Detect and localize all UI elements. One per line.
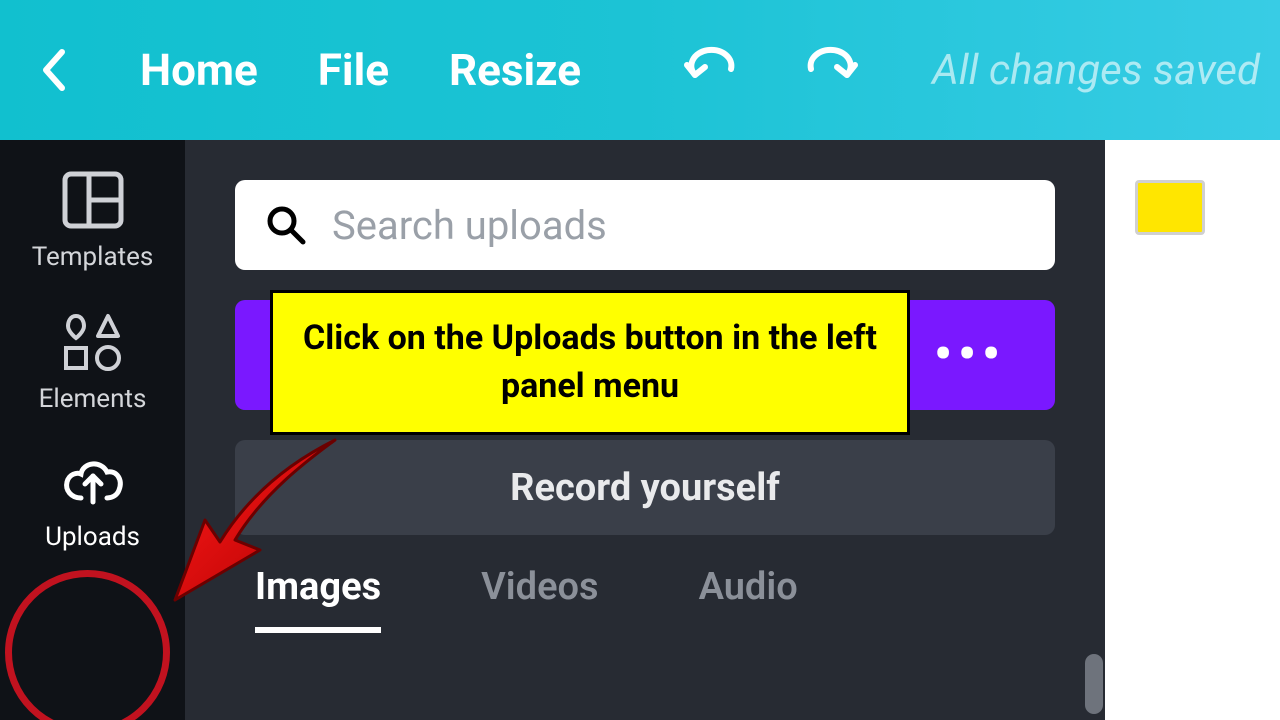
- chevron-left-icon: [40, 48, 66, 92]
- elements-icon: [60, 312, 126, 372]
- tab-audio[interactable]: Audio: [699, 565, 798, 633]
- uploads-tabs: Images Videos Audio: [235, 565, 1055, 633]
- undo-icon: [681, 45, 741, 85]
- search-input[interactable]: [332, 202, 1025, 249]
- menu-resize[interactable]: Resize: [449, 44, 581, 96]
- templates-icon: [61, 170, 125, 230]
- undo-button[interactable]: [681, 44, 741, 96]
- record-label: Record yourself: [510, 466, 780, 510]
- cloud-upload-icon: [61, 454, 125, 510]
- sidebar-item-templates[interactable]: Templates: [0, 170, 185, 272]
- sidebar-item-elements[interactable]: Elements: [0, 312, 185, 414]
- canvas-area[interactable]: [1105, 140, 1280, 720]
- sidebar-label-uploads: Uploads: [45, 522, 140, 552]
- search-bar[interactable]: [235, 180, 1055, 270]
- annotation-text: Click on the Uploads button in the left …: [303, 318, 877, 406]
- sidebar-item-uploads[interactable]: Uploads: [0, 454, 185, 552]
- menu-file[interactable]: File: [318, 44, 389, 96]
- redo-button[interactable]: [801, 44, 861, 96]
- tab-videos[interactable]: Videos: [481, 565, 598, 633]
- menu-home[interactable]: Home: [140, 44, 258, 96]
- save-status: All changes saved: [932, 46, 1260, 95]
- annotation-circle: [5, 570, 170, 720]
- top-toolbar: Home File Resize All changes saved: [0, 0, 1280, 140]
- tab-images[interactable]: Images: [255, 565, 381, 633]
- record-yourself-button[interactable]: Record yourself: [235, 440, 1055, 535]
- redo-icon: [801, 45, 861, 85]
- search-icon: [265, 204, 307, 246]
- annotation-callout: Click on the Uploads button in the left …: [270, 290, 910, 435]
- color-swatch[interactable]: [1135, 180, 1205, 235]
- left-sidebar: Templates Elements Uploads: [0, 140, 185, 720]
- scrollbar-thumb[interactable]: [1085, 654, 1103, 714]
- sidebar-label-elements: Elements: [39, 384, 147, 414]
- back-button[interactable]: [40, 48, 80, 92]
- upload-more-button[interactable]: •••: [885, 300, 1055, 410]
- sidebar-label-templates: Templates: [32, 242, 154, 272]
